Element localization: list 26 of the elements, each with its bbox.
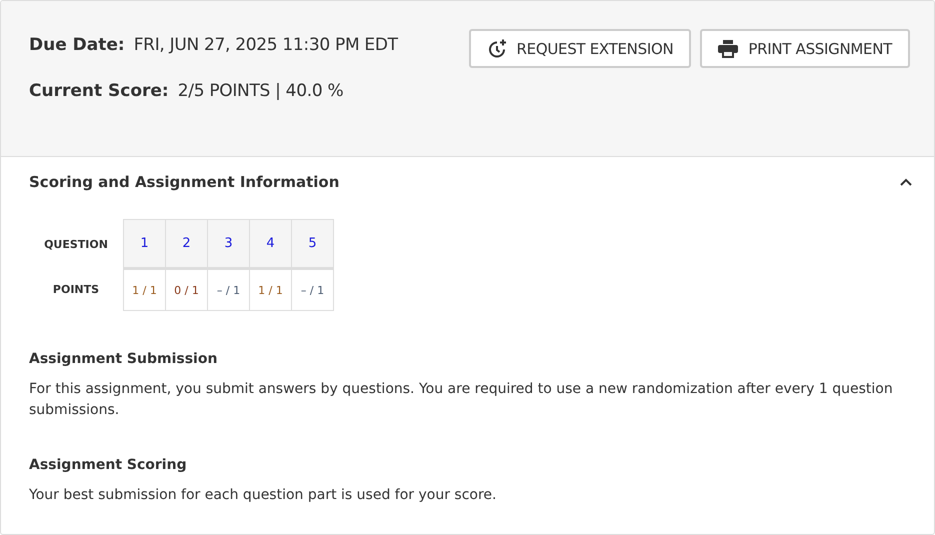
block-text: For this assignment, you submit answers by questions. You are required to use a new randomization after every 1 question submissions.	[29, 380, 894, 420]
score-label: Current Score:	[29, 81, 169, 101]
score-value: 2/5 POINTS | 40.0 %	[178, 81, 344, 101]
question-link[interactable]: 3	[208, 220, 250, 268]
extension-button[interactable]: REQUEST EXTENSION	[468, 29, 692, 68]
question-label: QUESTION	[29, 220, 124, 268]
chevron-icon[interactable]	[900, 178, 912, 186]
block-title: Assignment Scoring	[29, 457, 188, 473]
question-link[interactable]: 5	[292, 220, 334, 268]
points-cell: 1 / 1	[124, 268, 166, 310]
section-title: Scoring and Assignment Information	[29, 173, 340, 191]
block-title: Assignment Submission	[29, 351, 218, 367]
due-date-value: FRI, JUN 27, 2025 11:30 PM EDT	[134, 35, 398, 55]
print-button[interactable]: PRINT ASSIGNMENT	[700, 29, 910, 68]
due-date-label: Due Date:	[29, 35, 125, 55]
block-text: Your best submission for each question part is used for your score.	[29, 486, 498, 505]
clock-plus-icon	[486, 38, 507, 58]
points-cell: – / 1	[208, 268, 250, 310]
points-label: POINTS	[29, 268, 124, 310]
points-cell: – / 1	[292, 268, 334, 310]
question-link[interactable]: 1	[124, 220, 166, 268]
points-cell: 1 / 1	[250, 268, 292, 310]
question-link[interactable]: 4	[250, 220, 292, 268]
points-cell: 0 / 1	[166, 268, 208, 310]
printer-icon	[718, 40, 738, 58]
question-link[interactable]: 2	[166, 220, 208, 268]
